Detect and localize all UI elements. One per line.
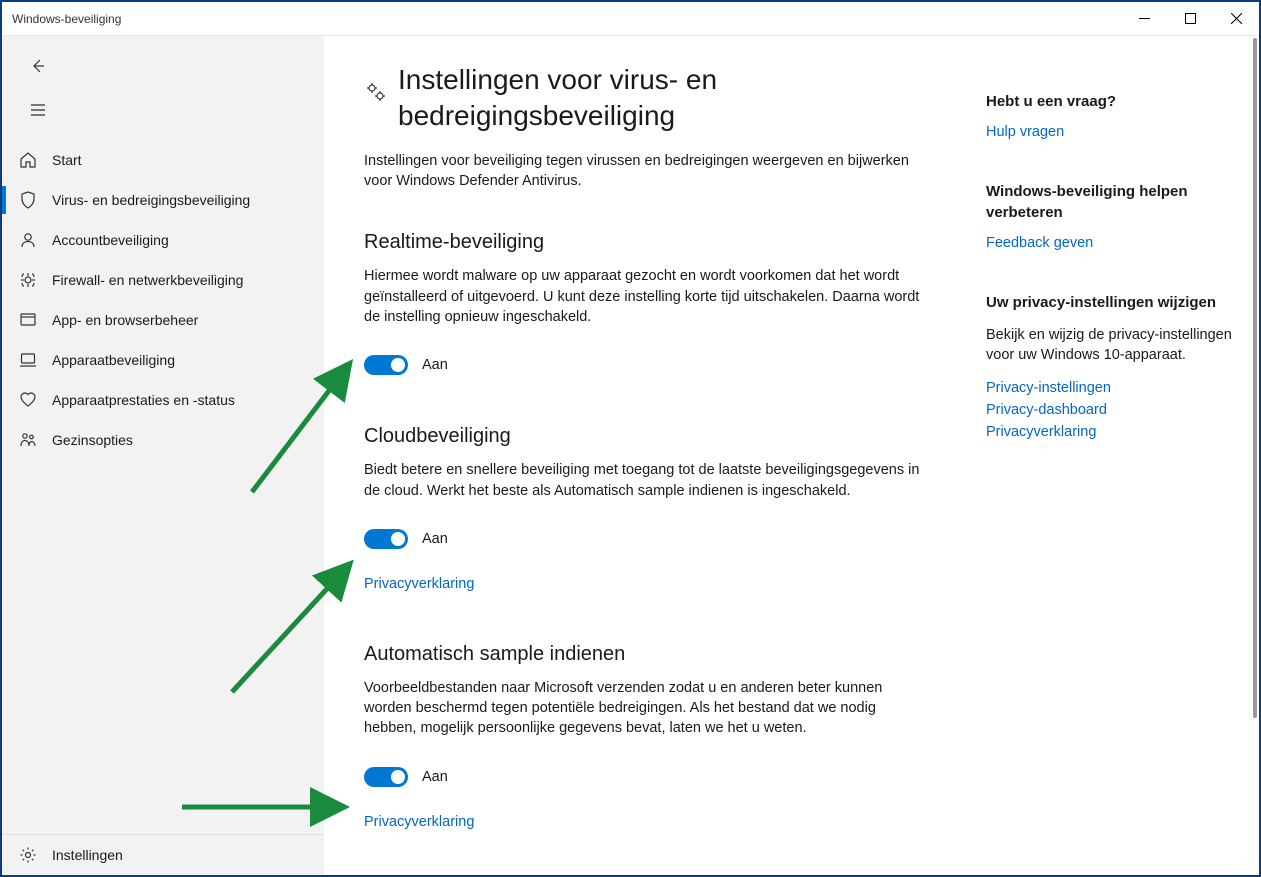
section-title: Realtime-beveiliging [364, 231, 926, 254]
sidebar-item-label: Accountbeveiliging [52, 232, 169, 248]
sidebar-item-family[interactable]: Gezinsopties [2, 420, 324, 460]
window-controls [1121, 2, 1259, 36]
toggle-cloud[interactable] [364, 529, 408, 549]
sidebar-item-virus[interactable]: Virus- en bedreigingsbeveiliging [2, 180, 324, 220]
privacy-statement-link[interactable]: Privacyverklaring [364, 576, 474, 592]
section-description: Biedt betere en snellere beveiliging met… [364, 460, 926, 501]
sidebar-item-label: Apparaatprestaties en -status [52, 392, 235, 408]
firewall-icon [18, 270, 38, 290]
aside-question: Hebt u een vraag? Hulp vragen [986, 92, 1246, 140]
sidebar: Start Virus- en bedreigingsbeveiliging A… [2, 36, 324, 875]
family-icon [18, 430, 38, 450]
main-content: Instellingen voor virus- en bedreigingsb… [324, 36, 1259, 875]
home-icon [18, 150, 38, 170]
device-icon [18, 350, 38, 370]
toggle-realtime[interactable] [364, 355, 408, 375]
sidebar-item-label: App- en browserbeheer [52, 312, 198, 328]
titlebar: Windows-beveiliging [2, 2, 1259, 36]
sidebar-item-settings[interactable]: Instellingen [2, 835, 324, 875]
sidebar-item-account[interactable]: Accountbeveiliging [2, 220, 324, 260]
maximize-button[interactable] [1167, 2, 1213, 36]
privacy-settings-link[interactable]: Privacy-instellingen [986, 380, 1246, 396]
hamburger-button[interactable] [18, 90, 58, 130]
section-description: Voorbeeldbestanden naar Microsoft verzen… [364, 678, 926, 739]
aside-title: Hebt u een vraag? [986, 92, 1246, 112]
person-icon [18, 230, 38, 250]
close-button[interactable] [1213, 2, 1259, 36]
feedback-link[interactable]: Feedback geven [986, 235, 1246, 251]
sidebar-item-performance[interactable]: Apparaatprestaties en -status [2, 380, 324, 420]
sidebar-item-label: Start [52, 152, 82, 168]
page-title: Instellingen voor virus- en bedreigingsb… [398, 62, 926, 135]
sidebar-item-label: Apparaatbeveiliging [52, 352, 175, 368]
aside-title: Windows-beveiliging helpen verbeteren [986, 182, 1246, 223]
privacy-dashboard-link[interactable]: Privacy-dashboard [986, 402, 1246, 418]
section-sample: Automatisch sample indienen Voorbeeldbes… [364, 643, 926, 831]
back-button[interactable] [18, 46, 58, 86]
shield-icon [18, 190, 38, 210]
sidebar-item-firewall[interactable]: Firewall- en netwerkbeveiliging [2, 260, 324, 300]
aside-description: Bekijk en wijzig de privacy-instellingen… [986, 325, 1246, 366]
gears-icon [364, 80, 388, 109]
sidebar-item-label: Gezinsopties [52, 432, 133, 448]
section-title: Automatisch sample indienen [364, 643, 926, 666]
toggle-sample[interactable] [364, 767, 408, 787]
section-cloud: Cloudbeveiliging Biedt betere en sneller… [364, 425, 926, 593]
minimize-button[interactable] [1121, 2, 1167, 36]
toggle-state-label: Aan [422, 531, 448, 547]
sidebar-item-label: Firewall- en netwerkbeveiliging [52, 272, 243, 288]
toggle-state-label: Aan [422, 769, 448, 785]
section-description: Hiermee wordt malware op uw apparaat gez… [364, 266, 926, 327]
sidebar-item-label: Instellingen [52, 847, 123, 863]
page-header: Instellingen voor virus- en bedreigingsb… [364, 62, 926, 135]
app-icon [18, 310, 38, 330]
gear-icon [18, 845, 38, 865]
sidebar-item-device[interactable]: Apparaatbeveiliging [2, 340, 324, 380]
aside-improve: Windows-beveiliging helpen verbeteren Fe… [986, 182, 1246, 251]
section-title: Cloudbeveiliging [364, 425, 926, 448]
sidebar-item-start[interactable]: Start [2, 140, 324, 180]
help-link[interactable]: Hulp vragen [986, 124, 1246, 140]
section-realtime: Realtime-beveiliging Hiermee wordt malwa… [364, 231, 926, 375]
sidebar-item-label: Virus- en bedreigingsbeveiliging [52, 192, 250, 208]
page-description: Instellingen voor beveiliging tegen viru… [364, 151, 926, 192]
aside-privacy: Uw privacy-instellingen wijzigen Bekijk … [986, 293, 1246, 440]
aside-panel: Hebt u een vraag? Hulp vragen Windows-be… [986, 62, 1246, 855]
window-title: Windows-beveiliging [12, 12, 121, 26]
toggle-state-label: Aan [422, 357, 448, 373]
privacy-statement-link[interactable]: Privacyverklaring [364, 814, 474, 830]
privacy-statement-link[interactable]: Privacyverklaring [986, 424, 1246, 440]
sidebar-item-app-browser[interactable]: App- en browserbeheer [2, 300, 324, 340]
heart-icon [18, 390, 38, 410]
aside-title: Uw privacy-instellingen wijzigen [986, 293, 1246, 313]
scrollbar[interactable] [1253, 38, 1257, 718]
